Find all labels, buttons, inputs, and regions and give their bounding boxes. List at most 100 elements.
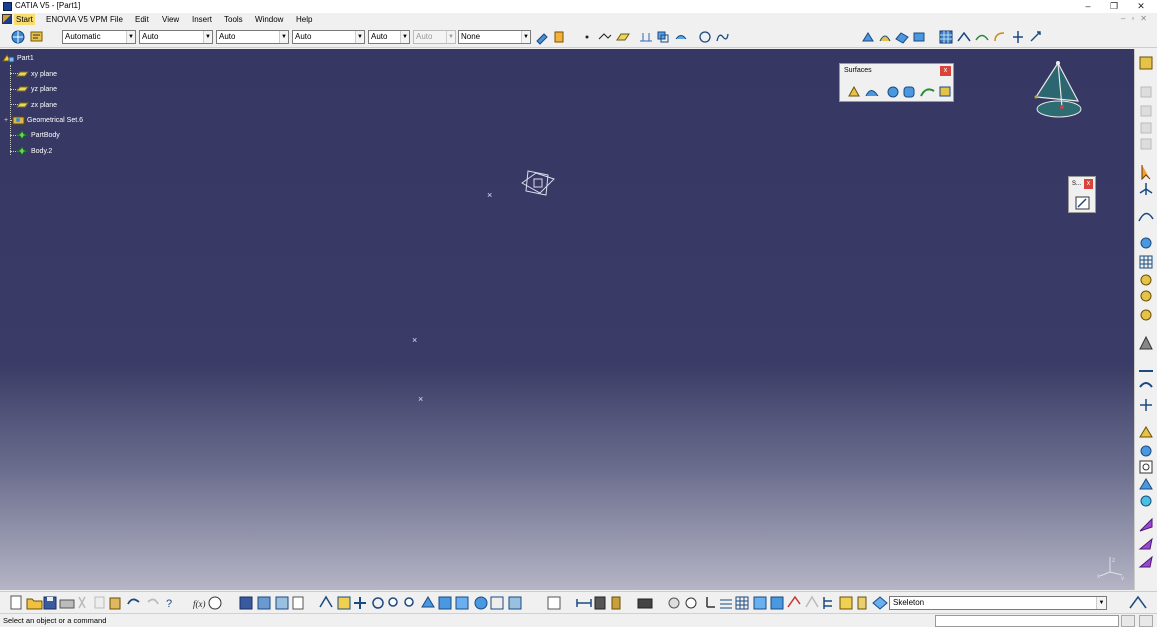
- svg-text:?: ?: [166, 598, 172, 610]
- small-floating-toolbar[interactable]: S... x: [1068, 176, 1096, 213]
- menu-help[interactable]: Help: [294, 14, 314, 25]
- painter-icon[interactable]: [534, 29, 550, 45]
- document-menu-icon[interactable]: [2, 14, 12, 24]
- extrude-icon: [848, 85, 860, 97]
- workbench-icon[interactable]: [10, 29, 26, 45]
- minimize-button[interactable]: –: [1075, 0, 1101, 13]
- photo-icon: [637, 598, 653, 609]
- menu-tools[interactable]: Tools: [222, 14, 245, 25]
- fillet-icon[interactable]: [992, 29, 1008, 45]
- tree-node-yz-plane[interactable]: yz plane: [16, 84, 57, 94]
- color-combo[interactable]: Automatic ▼: [62, 30, 136, 44]
- menu-start[interactable]: Start: [14, 14, 35, 25]
- blend-icon[interactable]: [974, 29, 990, 45]
- render-style-combo[interactable]: Skeleton ▼: [889, 596, 1107, 610]
- menu-file[interactable]: File: [108, 14, 125, 25]
- points-icon: [720, 599, 732, 609]
- graphic-properties-icon[interactable]: [29, 29, 45, 45]
- catalog-icon: [547, 596, 561, 610]
- sketch-icon[interactable]: [1075, 196, 1091, 211]
- revolve-icon: [865, 90, 879, 97]
- feature-icon: [1140, 495, 1152, 507]
- command-cancel-button[interactable]: [1139, 615, 1153, 627]
- join-icon[interactable]: [956, 29, 972, 45]
- project-icon[interactable]: [638, 29, 654, 45]
- shape-icon: [1140, 309, 1152, 321]
- command-toggle-button[interactable]: [1121, 615, 1135, 627]
- pan-icon: [354, 597, 366, 609]
- sweep-icon: [920, 88, 935, 97]
- menu-insert[interactable]: Insert: [190, 14, 214, 25]
- menu-enovia[interactable]: ENOVIA V5 VPM: [44, 14, 109, 25]
- expand-toggle-icon[interactable]: +: [4, 117, 12, 124]
- tree-node-partbody[interactable]: PartBody: [16, 130, 60, 140]
- surfaces-tools-row: [848, 85, 951, 98]
- tree-label: Geometrical Set.6: [27, 116, 84, 124]
- cylinder-icon: [903, 86, 915, 98]
- restore-button[interactable]: ❐: [1101, 0, 1127, 13]
- revolve-surface-icon[interactable]: [877, 29, 893, 45]
- point-symbol-combo[interactable]: Auto ▼: [368, 30, 410, 44]
- spline-icon[interactable]: [714, 29, 730, 45]
- transparency-combo[interactable]: Auto ▼: [139, 30, 213, 44]
- tree-node-zx-plane[interactable]: zx plane: [16, 100, 57, 110]
- surfaces-toolbar-title[interactable]: Surfaces: [840, 64, 953, 78]
- close-icon[interactable]: x: [1084, 179, 1093, 189]
- analysis-icon: [1139, 335, 1153, 350]
- compass-icon[interactable]: [1030, 59, 1088, 121]
- select-arrow-icon: [1141, 165, 1151, 181]
- translate-icon[interactable]: [1028, 29, 1044, 45]
- offset-icon[interactable]: [673, 29, 689, 45]
- line-type-combo[interactable]: Auto ▼: [292, 30, 365, 44]
- intersection-icon[interactable]: [655, 29, 671, 45]
- surfaces-toolbar[interactable]: Surfaces x: [839, 63, 954, 102]
- color-icon: [1138, 555, 1153, 568]
- 3d-viewport[interactable]: Part1 xy plane yz plane zx plane + Geomet…: [0, 49, 1134, 590]
- point-icon[interactable]: [580, 29, 596, 45]
- menu-view[interactable]: View: [160, 14, 181, 25]
- table-icon: [239, 596, 253, 610]
- point-marker[interactable]: ×: [418, 394, 423, 404]
- tree-node-geometrical-set[interactable]: + Geometrical Set.6: [4, 115, 83, 125]
- disabled-icon: [1140, 86, 1152, 98]
- tree-node-body2[interactable]: Body.2: [16, 146, 52, 156]
- sphere-icon: [887, 86, 899, 98]
- sweep-icon[interactable]: [894, 29, 910, 45]
- origin-planes-symbol[interactable]: [518, 167, 558, 199]
- close-icon[interactable]: x: [940, 66, 951, 76]
- close-button[interactable]: ✕: [1128, 0, 1154, 13]
- multi-section-icon: [939, 86, 951, 97]
- menu-window[interactable]: Window: [253, 14, 285, 25]
- render-style-icon: [872, 596, 888, 610]
- line-thickness-combo[interactable]: Auto ▼: [216, 30, 289, 44]
- swap-visible-icon: [508, 596, 522, 610]
- plane-icon[interactable]: [615, 29, 631, 45]
- circle-icon[interactable]: [697, 29, 713, 45]
- split-icon[interactable]: [1010, 29, 1026, 45]
- point-marker[interactable]: ×: [487, 190, 492, 200]
- grid-view-icon[interactable]: [938, 29, 954, 45]
- tree-node-xy-plane[interactable]: xy plane: [16, 69, 57, 79]
- layer-combo[interactable]: None ▼: [458, 30, 531, 44]
- menu-edit[interactable]: Edit: [133, 14, 151, 25]
- command-input[interactable]: [935, 615, 1119, 627]
- cut-icon: [78, 596, 86, 609]
- mdi-window-controls[interactable]: –▫✕: [1121, 14, 1153, 23]
- iso-view-icon: [455, 596, 469, 610]
- extrude-surface-icon[interactable]: [860, 29, 876, 45]
- right-toolbar: [1134, 49, 1157, 590]
- point-marker[interactable]: ×: [412, 335, 417, 345]
- sketch-icon: [1138, 212, 1154, 222]
- tree-node-part1[interactable]: Part1: [2, 53, 34, 63]
- line-icon[interactable]: [597, 29, 613, 45]
- bottom-toolbar: ? f(x) Skeleton ▼: [0, 591, 1157, 613]
- comment-icon: [208, 596, 222, 610]
- fill-icon[interactable]: [911, 29, 927, 45]
- feature-icon: [1139, 426, 1153, 438]
- plane-icon: [16, 71, 29, 77]
- tree-label: PartBody: [31, 131, 60, 139]
- zoom-in-icon: [388, 597, 398, 607]
- properties-icon[interactable]: [551, 29, 567, 45]
- feature-icon: [1139, 460, 1153, 474]
- normal-view-icon: [421, 596, 435, 608]
